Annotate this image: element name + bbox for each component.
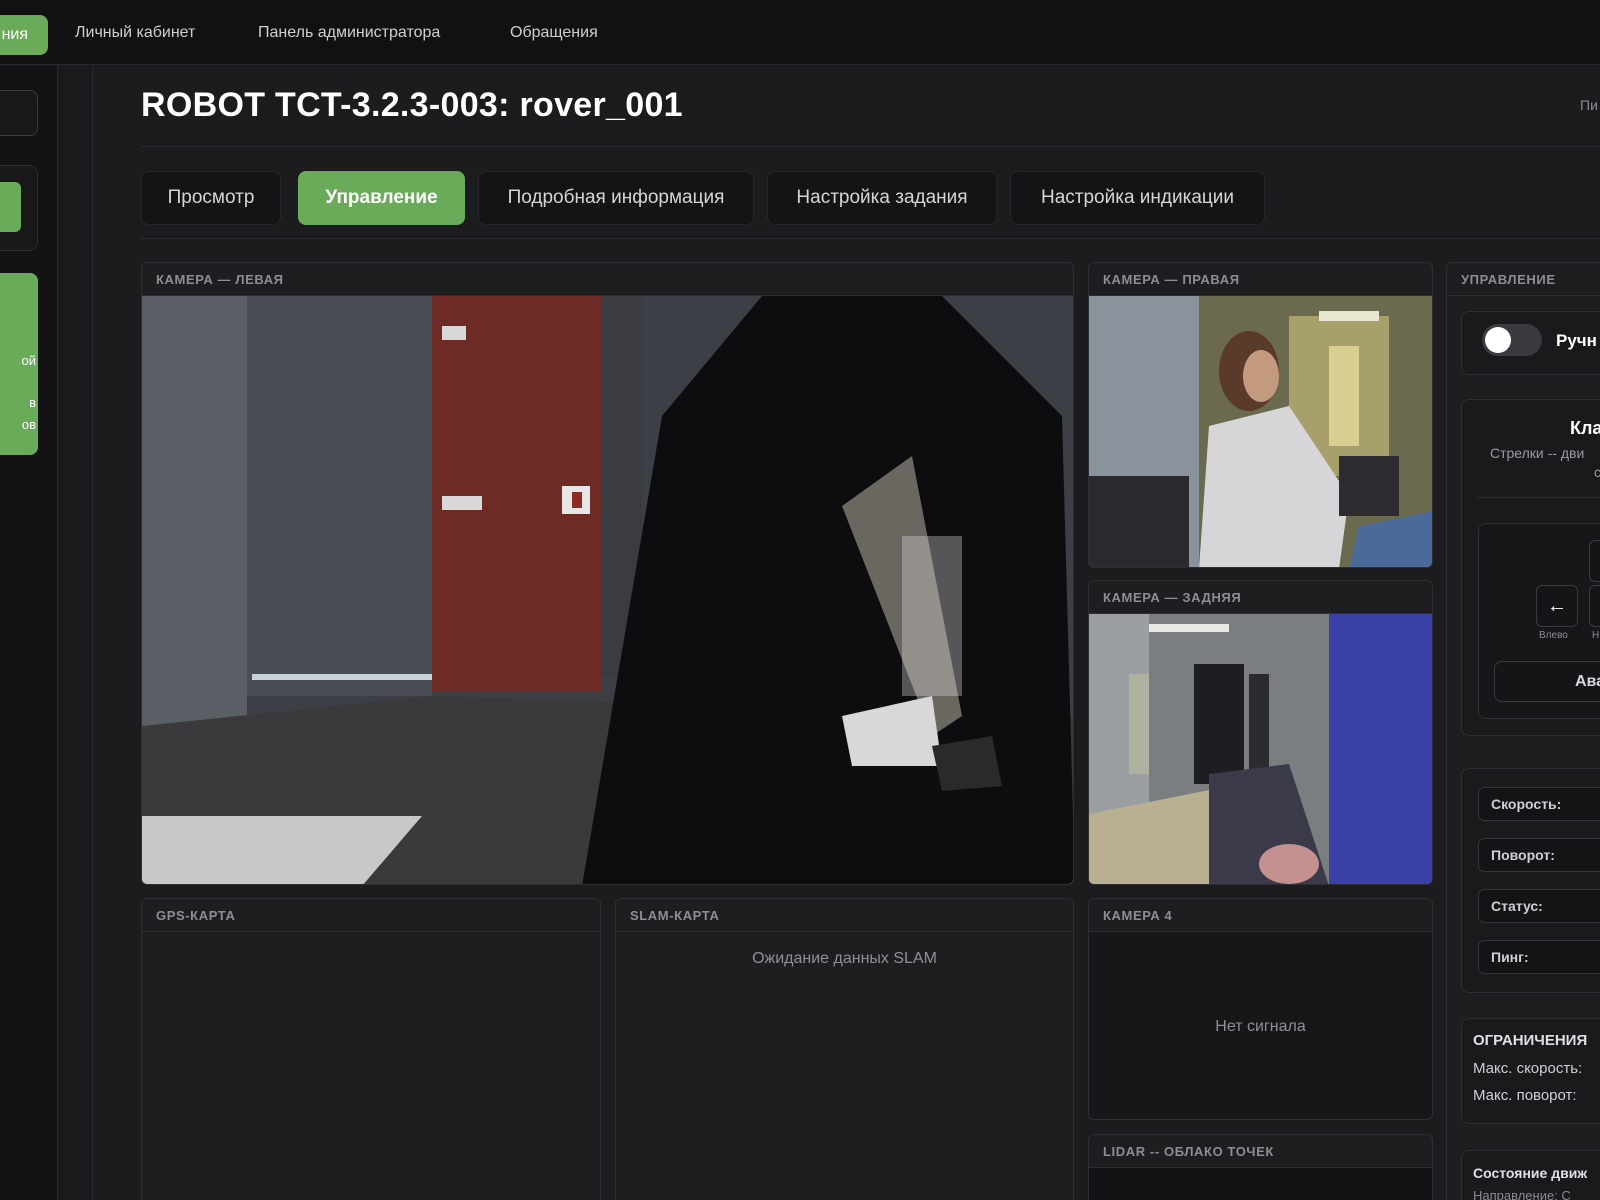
keyboard-title: Кла xyxy=(1570,418,1600,438)
camera-right-image xyxy=(1089,296,1432,567)
divider xyxy=(141,238,1600,239)
sidebar-gutter xyxy=(58,66,93,1200)
key-caption-mid: Н xyxy=(1592,630,1600,638)
arrow-left-key[interactable]: ← xyxy=(1536,585,1578,627)
turn-row: Поворот: xyxy=(1478,838,1600,872)
page-title: ROBOT TCT-3.2.3-003: rover_001 xyxy=(141,86,683,124)
camera-left-panel: КАМЕРА — ЛЕВАЯ xyxy=(141,262,1074,885)
camera-right-panel: КАМЕРА — ПРАВАЯ xyxy=(1088,262,1433,568)
camera-4-feed: Нет сигнала xyxy=(1089,932,1432,1119)
tab-control[interactable]: Управление xyxy=(298,171,465,225)
manual-mode-label: Ручн xyxy=(1556,331,1597,350)
tab-indication-settings[interactable]: Настройка индикации xyxy=(1010,171,1265,225)
gps-map-panel: GPS-КАРТА xyxy=(141,898,601,1200)
gps-map-canvas[interactable] xyxy=(142,932,600,1200)
camera-rear-panel: КАМЕРА — ЗАДНЯЯ xyxy=(1088,580,1433,885)
tab-view[interactable]: Просмотр xyxy=(141,171,281,225)
lidar-panel: LIDAR -- ОБЛАКО ТОЧЕК xyxy=(1088,1134,1433,1200)
no-signal-text: Нет сигнала xyxy=(1215,1018,1306,1035)
sidebar-info-line: ой xyxy=(21,353,37,368)
keyboard-hint-line2: с xyxy=(1594,464,1600,480)
motion-state-title: Состояние движ xyxy=(1473,1165,1588,1181)
top-nav-bar: ния Личный кабинет Панель администратора… xyxy=(0,0,1600,65)
max-speed-label: Макс. скорость: xyxy=(1473,1060,1583,1077)
key-caption-left: Влево xyxy=(1539,630,1568,638)
panel-title: УПРАВЛЕНИЕ xyxy=(1447,263,1600,296)
lidar-canvas xyxy=(1089,1168,1432,1200)
arrow-left-icon: ← xyxy=(1547,594,1567,617)
slam-map-panel: SLAM-КАРТА Ожидание данных SLAM xyxy=(615,898,1074,1200)
sidebar-info-line: ов xyxy=(21,417,36,432)
camera-4-panel: КАМЕРА 4 Нет сигнала xyxy=(1088,898,1433,1120)
arrow-down-key[interactable] xyxy=(1589,585,1600,627)
nav-item-active-label: ния xyxy=(1,26,28,43)
slam-map-canvas[interactable]: Ожидание данных SLAM xyxy=(616,932,1073,1200)
sidebar-info-line: в xyxy=(29,395,36,410)
arrow-up-key[interactable] xyxy=(1589,540,1600,582)
divider xyxy=(1477,497,1600,498)
panel-title: КАМЕРА 4 xyxy=(1089,899,1432,932)
camera-rear-image xyxy=(1089,614,1432,884)
camera-right-feed xyxy=(1089,296,1432,567)
ping-row: Пинг: xyxy=(1478,940,1600,974)
speed-row: Скорость: xyxy=(1478,787,1600,821)
panel-title: GPS-КАРТА xyxy=(142,899,600,932)
header-right-text: Пи xyxy=(1580,97,1598,113)
sidebar-info-block[interactable]: ой в ов xyxy=(0,273,38,455)
sidebar-search-box[interactable] xyxy=(0,90,38,136)
panel-title: КАМЕРА — ЛЕВАЯ xyxy=(142,263,1073,296)
tab-details[interactable]: Подробная информация xyxy=(478,171,754,225)
panel-title: КАМЕРА — ЗАДНЯЯ xyxy=(1089,581,1432,614)
limits-title: ОГРАНИЧЕНИЯ xyxy=(1473,1032,1588,1049)
sidebar-card-button[interactable] xyxy=(0,182,21,232)
max-turn-label: Макс. поворот: xyxy=(1473,1087,1577,1104)
panel-title: SLAM-КАРТА xyxy=(616,899,1073,932)
camera-rear-feed xyxy=(1089,614,1432,884)
nav-item-requests[interactable]: Обращения xyxy=(510,24,598,42)
slam-status-text: Ожидание данных SLAM xyxy=(752,950,937,967)
status-row: Статус: xyxy=(1478,889,1600,923)
motion-state-sub: Направление: С xyxy=(1473,1188,1571,1200)
panel-title: LIDAR -- ОБЛАКО ТОЧЕК xyxy=(1089,1135,1432,1168)
nav-item-admin-panel[interactable]: Панель администратора xyxy=(258,24,440,42)
sidebar-card xyxy=(0,165,38,251)
camera-left-feed xyxy=(142,296,1073,884)
emergency-stop-button[interactable]: Ава xyxy=(1494,661,1600,702)
nav-item-cabinet[interactable]: Личный кабинет xyxy=(75,24,195,42)
divider xyxy=(141,146,1600,147)
camera-left-image xyxy=(142,296,1073,884)
keyboard-hint: Стрелки -- дви xyxy=(1490,445,1585,461)
sidebar: ой в ов xyxy=(0,66,58,1200)
nav-item-active[interactable]: ния xyxy=(0,15,48,55)
tab-task-settings[interactable]: Настройка задания xyxy=(767,171,997,225)
manual-mode-toggle[interactable] xyxy=(1482,324,1542,356)
panel-title: КАМЕРА — ПРАВАЯ xyxy=(1089,263,1432,296)
toggle-knob xyxy=(1485,327,1511,353)
